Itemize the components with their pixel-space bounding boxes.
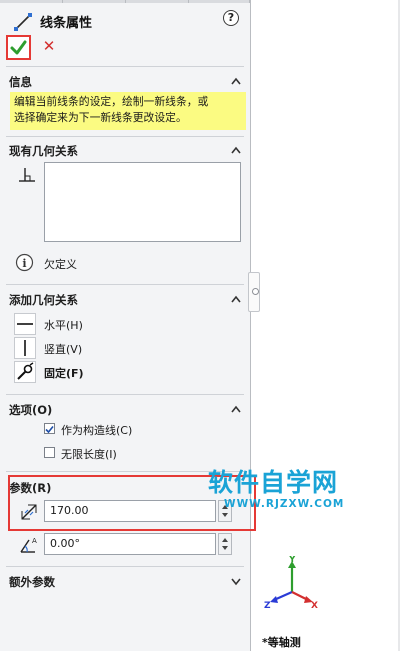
relation-option-label: 固定(F): [44, 367, 84, 380]
relation-option-vertical[interactable]: 竖直(V): [14, 337, 244, 359]
panel-tab[interactable]: [189, 0, 250, 3]
panel-header: 线条属性 ?: [0, 6, 250, 32]
panel-title: 线条属性: [40, 16, 93, 31]
info-icon: i: [15, 253, 34, 272]
relations-icon: [19, 168, 35, 182]
relation-option-fix[interactable]: 固定(F): [14, 361, 244, 383]
info-message: 编辑当前线条的设定，绘制一新线条，或 选择确定来为下一新线条更改设定。: [10, 92, 246, 130]
chevron-up-icon[interactable]: [230, 404, 242, 414]
svg-text:i: i: [22, 257, 26, 270]
panel-tab[interactable]: [126, 0, 189, 3]
close-icon: ✕: [42, 37, 56, 55]
chevron-down-icon[interactable]: [230, 576, 242, 586]
watermark-title: 软件自学网: [208, 468, 339, 497]
chevron-up-icon[interactable]: [230, 76, 242, 86]
axis-label-x: X: [311, 601, 318, 611]
chevron-up-icon[interactable]: [222, 538, 228, 542]
chevron-up-icon[interactable]: [230, 294, 242, 304]
panel-resize-handle[interactable]: [248, 272, 260, 312]
line-tool-icon: [14, 13, 32, 31]
checkmark-icon: [45, 425, 54, 434]
angle-spinner[interactable]: [218, 533, 232, 555]
watermark: 软件自学网 WWW.RJZXW.COM: [208, 468, 368, 510]
fix-relation-icon: [14, 361, 36, 383]
section-divider: [6, 136, 244, 137]
vertical-relation-icon: [14, 337, 36, 359]
info-message-line: 选择确定来为下一新线条更改设定。: [14, 111, 187, 124]
angle-input[interactable]: 0.00°: [44, 533, 216, 555]
relation-option-label: 竖直(V): [44, 343, 83, 356]
panel-tab[interactable]: [0, 0, 63, 3]
checkmark-icon: [10, 40, 27, 55]
add-relations-title: 添加几何关系: [9, 293, 78, 307]
section-divider: [6, 284, 244, 285]
horizontal-relation-icon: [14, 313, 36, 335]
panel-tab-strip: [0, 0, 250, 3]
chevron-down-icon[interactable]: [222, 546, 228, 550]
view-orientation-label: *等轴测: [262, 636, 301, 649]
chevron-up-icon[interactable]: [230, 145, 242, 155]
angle-icon: A: [20, 537, 37, 553]
cancel-button[interactable]: ✕: [41, 37, 57, 55]
construction-label[interactable]: 作为构造线(C): [61, 422, 132, 438]
help-icon[interactable]: ?: [223, 10, 239, 26]
axis-triad-icon: Y Z X: [264, 556, 318, 611]
axis-label-z: Z: [264, 601, 271, 611]
info-section-title: 信息: [9, 75, 32, 89]
section-divider: [6, 394, 244, 395]
infinite-length-checkbox[interactable]: [44, 447, 55, 458]
infinite-length-label[interactable]: 无限长度(I): [61, 446, 117, 462]
svg-text:A: A: [32, 537, 37, 545]
existing-relations-title: 现有几何关系: [9, 144, 78, 158]
watermark-url: WWW.RJZXW.COM: [224, 498, 345, 510]
property-manager-panel: 线条属性 ? ✕ 信息 编辑当前线条的设定，绘制一新线条，或 选择确定来为下一新…: [0, 0, 251, 651]
status-text: 欠定义: [44, 258, 77, 271]
ok-button[interactable]: [6, 35, 31, 60]
options-section-title: 选项(O): [9, 403, 53, 417]
relation-option-label: 水平(H): [44, 319, 83, 332]
section-divider: [6, 566, 244, 567]
relation-option-horizontal[interactable]: 水平(H): [14, 313, 244, 335]
axis-label-y: Y: [288, 556, 296, 565]
construction-checkbox[interactable]: [44, 423, 55, 434]
existing-relations-list[interactable]: [44, 162, 241, 242]
extra-params-title: 额外参数: [9, 575, 55, 589]
info-message-line: 编辑当前线条的设定，绘制一新线条，或: [14, 95, 209, 108]
section-divider: [6, 66, 244, 67]
grip-dot: [252, 288, 259, 295]
panel-tab[interactable]: [63, 0, 126, 3]
